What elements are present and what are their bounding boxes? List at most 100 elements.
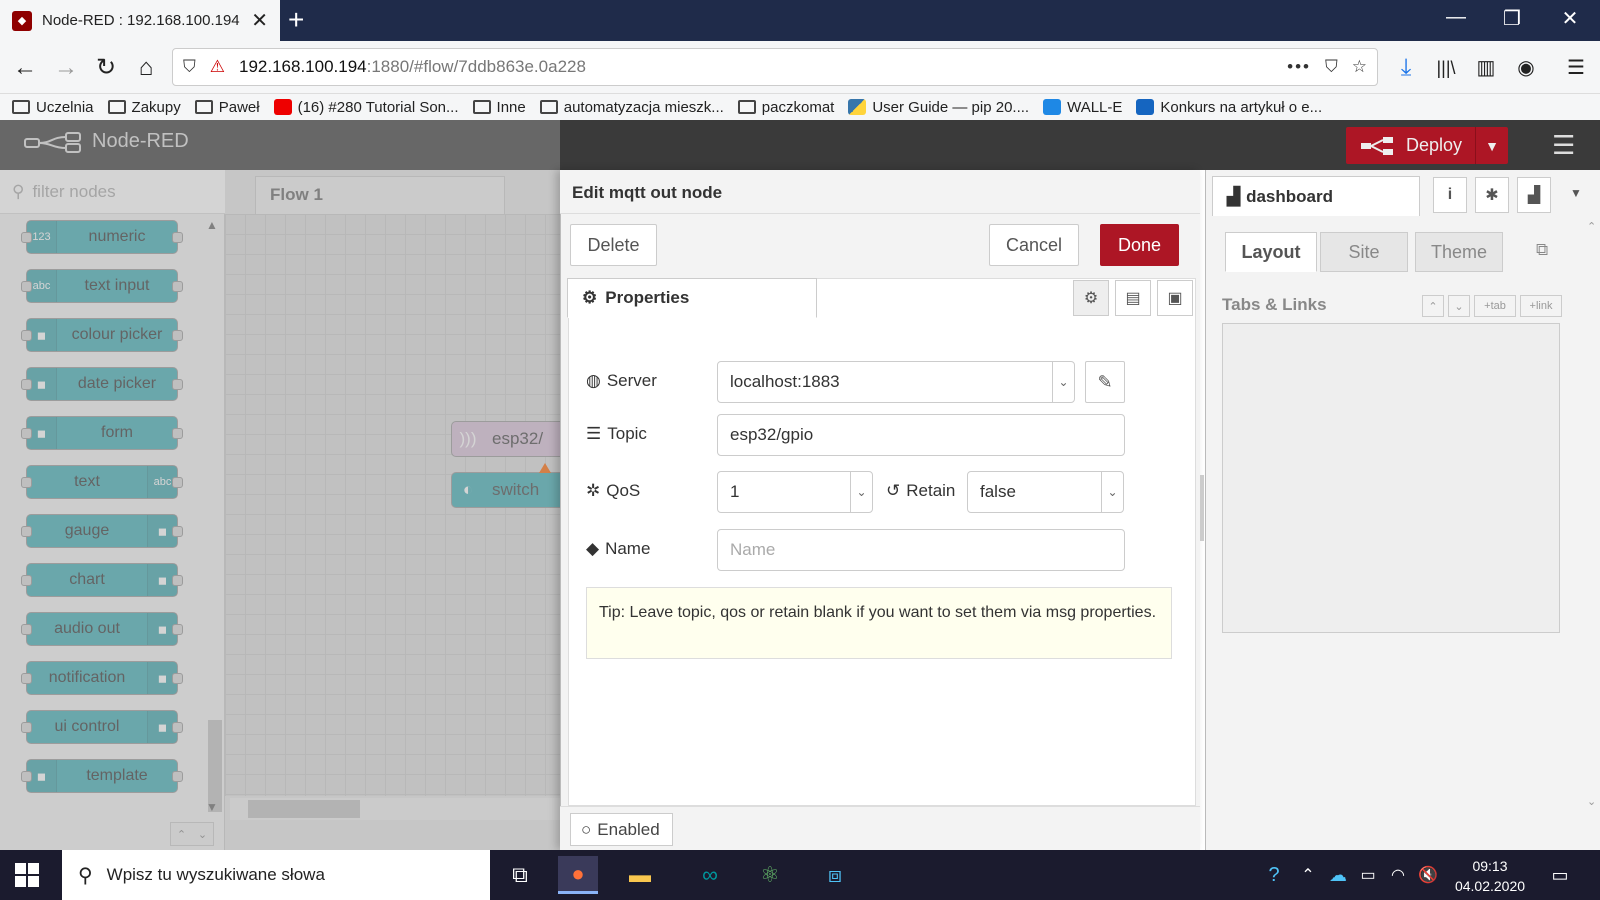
bookmark-item[interactable]: User Guide — pip 20....: [848, 99, 1029, 116]
file-explorer-icon[interactable]: ▬: [620, 856, 660, 894]
network-app-icon[interactable]: ⧈: [815, 856, 855, 894]
topic-input[interactable]: esp32/gpio: [717, 414, 1125, 456]
subtab-site[interactable]: Site: [1320, 232, 1408, 272]
name-input[interactable]: Name: [717, 529, 1125, 571]
url-path: :1880/#flow/7ddb863e.0a228: [366, 57, 586, 76]
bookmark-item[interactable]: Paweł: [194, 99, 260, 116]
sidebar-toggle-icon[interactable]: ▥: [1468, 50, 1504, 86]
bookmark-item[interactable]: Konkurs na artykuł o e...: [1136, 99, 1322, 116]
bookmark-item[interactable]: Uczelnia: [12, 99, 94, 116]
tray-resize-handle[interactable]: [1200, 475, 1204, 541]
deploy-dropdown-icon[interactable]: ▼: [1476, 138, 1508, 154]
tabs-links-list[interactable]: [1222, 323, 1560, 633]
folder-icon: [12, 100, 30, 114]
atom-icon[interactable]: ⚛: [750, 856, 790, 894]
bookmark-item[interactable]: WALL-E: [1043, 99, 1122, 116]
description-tab-icon[interactable]: ▤: [1115, 280, 1151, 316]
circle-icon: ○: [581, 819, 592, 839]
bookmark-item[interactable]: Zakupy: [107, 99, 181, 116]
forward-icon[interactable]: →: [48, 50, 84, 86]
add-link-button[interactable]: + link: [1520, 295, 1562, 317]
library-icon[interactable]: |||\: [1428, 50, 1464, 86]
dashboard-chart-icon[interactable]: ▟: [1517, 177, 1551, 213]
folder-icon: [737, 100, 756, 114]
arduino-icon[interactable]: ∞: [690, 856, 730, 894]
python-icon: [848, 99, 867, 115]
new-tab-icon[interactable]: +: [288, 4, 304, 36]
bookmark-item[interactable]: (16) #280 Tutorial Son...: [273, 99, 459, 116]
topic-label: ☰ Topic: [586, 424, 647, 443]
pocket-icon[interactable]: ⛉: [1325, 57, 1338, 77]
main-menu-icon[interactable]: ☰: [1552, 130, 1575, 161]
name-label: ◆ Name: [586, 539, 651, 558]
tab-properties[interactable]: ⚙ Properties: [567, 278, 817, 318]
url-bar[interactable]: ⛉ ⚠ 192.168.100.194:1880/#flow/7ddb863e.…: [172, 48, 1378, 86]
folder-icon: [472, 100, 491, 114]
server-label: ◍ Server: [586, 371, 657, 390]
close-tab-icon[interactable]: ✕: [251, 8, 268, 33]
palette-shade: [0, 120, 225, 850]
bookmark-item[interactable]: paczkomat: [737, 99, 834, 116]
more-actions-icon[interactable]: •••: [1287, 57, 1311, 77]
gear-icon: ⚙: [582, 288, 598, 307]
qos-label: ✲ QoS: [586, 481, 641, 500]
tip-box: Tip: Leave topic, qos or retain blank if…: [586, 587, 1172, 659]
tab-dashboard[interactable]: ▟ dashboard: [1212, 176, 1420, 216]
search-icon: ⚲: [78, 864, 93, 887]
browser-menu-icon[interactable]: ☰: [1558, 50, 1594, 86]
node-red-favicon-icon: ◆: [12, 10, 32, 31]
account-icon[interactable]: ◉: [1508, 50, 1544, 86]
bookmark-star-icon[interactable]: ☆: [1352, 57, 1367, 77]
tab-title: Node-RED : 192.168.100.194: [42, 12, 240, 29]
delete-button[interactable]: Delete: [570, 224, 657, 266]
external-link-icon[interactable]: ⧉: [1536, 240, 1548, 260]
workspace-shade: [225, 120, 560, 850]
tasks-icon: ☰: [586, 424, 602, 443]
firefox-icon[interactable]: ●: [558, 856, 598, 894]
debug-bug-icon[interactable]: ✱: [1475, 177, 1509, 213]
edit-server-button[interactable]: ✎: [1085, 361, 1125, 403]
retain-select[interactable]: false ⌄: [967, 471, 1124, 513]
time: 09:13: [1472, 858, 1508, 874]
restore-icon[interactable]: ❐: [1492, 6, 1532, 31]
chevron-down-icon: ⌄: [1052, 362, 1074, 402]
bookmark-item[interactable]: Inne: [472, 99, 526, 116]
notifications-icon[interactable]: ▭: [1540, 856, 1580, 894]
enabled-toggle[interactable]: ○ Enabled: [570, 813, 673, 846]
minimize-icon[interactable]: —: [1436, 6, 1476, 29]
deploy-label: Deploy: [1406, 135, 1463, 155]
collapse-all-icon[interactable]: ⌄: [1448, 295, 1470, 317]
chevron-down-icon: ⌄: [1101, 472, 1123, 512]
subtab-theme[interactable]: Theme: [1415, 232, 1503, 272]
folder-icon: [194, 100, 213, 114]
subtab-layout[interactable]: Layout: [1225, 232, 1317, 272]
globe-icon: ◍: [586, 371, 601, 390]
add-tab-button[interactable]: + tab: [1474, 295, 1516, 317]
edit-tray-title: Edit mqtt out node: [560, 170, 1200, 214]
expand-all-icon[interactable]: ⌃: [1422, 295, 1444, 317]
settings-tab-icon[interactable]: ⚙: [1073, 280, 1109, 316]
done-button[interactable]: Done: [1100, 224, 1179, 266]
sidebar-dropdown-icon[interactable]: ▼: [1570, 186, 1582, 200]
qos-select[interactable]: 1 ⌄: [717, 471, 873, 513]
windows-start-icon[interactable]: [14, 862, 40, 888]
clock[interactable]: 09:13 04.02.2020: [1440, 856, 1540, 896]
folder-icon: [539, 100, 558, 114]
sidebar-scroll-up-icon[interactable]: ⌃: [1587, 220, 1596, 233]
deploy-button[interactable]: Deploy ▼: [1346, 127, 1508, 164]
browser-tab[interactable]: ◆ Node-RED : 192.168.100.194 ✕: [0, 0, 280, 41]
retain-label: ↺ Retain: [886, 481, 956, 500]
server-select[interactable]: localhost:1883 ⌄: [717, 361, 1075, 403]
cancel-button[interactable]: Cancel: [989, 224, 1079, 266]
appearance-tab-icon[interactable]: ▣: [1157, 280, 1193, 316]
task-view-icon[interactable]: ⧉: [500, 856, 540, 894]
reload-icon[interactable]: ↻: [88, 50, 124, 86]
bookmark-item[interactable]: automatyzacja mieszk...: [539, 99, 724, 116]
sidebar-scroll-down-icon[interactable]: ⌄: [1587, 795, 1596, 808]
info-icon[interactable]: i: [1433, 177, 1467, 213]
window-close-icon[interactable]: ✕: [1550, 6, 1590, 31]
taskbar-search-input[interactable]: ⚲ Wpisz tu wyszukiwane słowa: [62, 850, 490, 900]
home-icon[interactable]: ⌂: [128, 50, 164, 86]
back-icon[interactable]: ←: [7, 50, 43, 86]
download-icon[interactable]: ⤓: [1388, 50, 1424, 86]
